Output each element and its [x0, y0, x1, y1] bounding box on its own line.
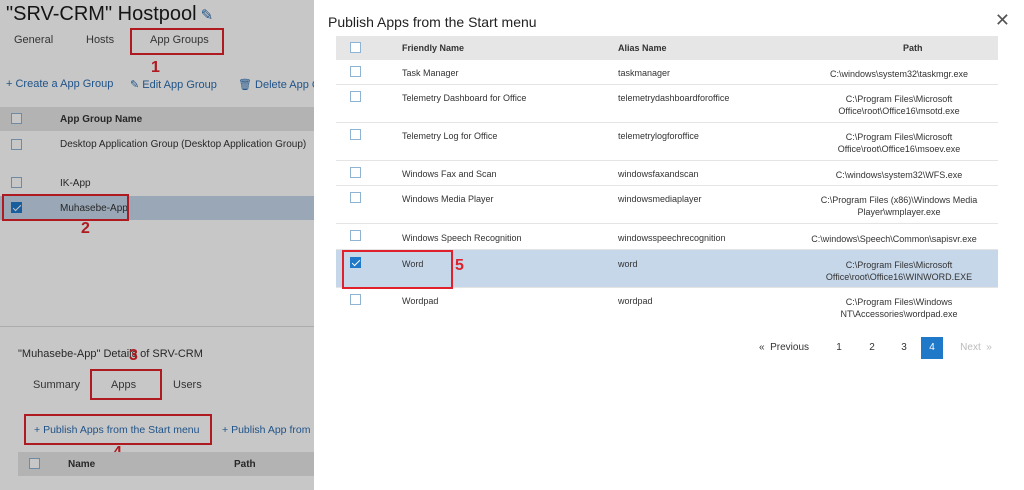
apps-table-header: Friendly Name Alias Name Path: [336, 36, 998, 60]
friendly-name: Wordpad: [402, 296, 439, 306]
chevron-left-icon: «: [758, 342, 765, 353]
table-row[interactable]: Task Manager taskmanager C:\windows\syst…: [336, 60, 998, 85]
alias-name: telemetrylogforoffice: [618, 131, 699, 141]
app-path: C:\Program Files\Microsoft Office\root\O…: [838, 94, 960, 116]
app-path: C:\windows\Speech\Common\sapisvr.exe: [811, 234, 977, 244]
table-row[interactable]: Windows Speech Recognition windowsspeech…: [336, 224, 998, 250]
friendly-name: Windows Fax and Scan: [402, 169, 497, 179]
column-path: Path: [903, 43, 923, 53]
table-row[interactable]: Windows Fax and Scan windowsfaxandscan C…: [336, 161, 998, 186]
friendly-name: Telemetry Log for Office: [402, 131, 498, 141]
pagination: « Previous 1 2 3 4 Next »: [754, 337, 1004, 359]
row-checkbox[interactable]: [350, 129, 361, 140]
row-checkbox[interactable]: [350, 192, 361, 203]
app-path: C:\windows\system32\taskmgr.exe: [829, 69, 969, 79]
column-alias-name: Alias Name: [618, 43, 667, 53]
app-path: C:\windows\system32\WFS.exe: [835, 170, 963, 180]
annotation-5: 5: [455, 257, 464, 274]
pagination-page-3[interactable]: 3: [893, 337, 915, 359]
table-row[interactable]: Telemetry Dashboard for Office telemetry…: [336, 85, 998, 123]
row-checkbox[interactable]: [350, 167, 361, 178]
alias-name: wordpad: [618, 296, 653, 306]
friendly-name: Windows Media Player: [402, 194, 494, 204]
alias-name: windowsspeechrecognition: [618, 233, 726, 243]
friendly-name: Telemetry Dashboard for Office: [402, 93, 527, 103]
row-checkbox[interactable]: [350, 91, 361, 102]
dialog-title: Publish Apps from the Start menu: [328, 14, 537, 30]
alias-name: telemetrydashboardforoffice: [618, 93, 730, 103]
row-checkbox[interactable]: [350, 66, 361, 77]
alias-name: windowsmediaplayer: [618, 194, 702, 204]
publish-apps-dialog: Publish Apps from the Start menu ✕ Frien…: [314, 0, 1024, 490]
column-friendly-name: Friendly Name: [402, 43, 465, 53]
app-path: C:\Program Files (x86)\Windows Media Pla…: [820, 195, 978, 217]
alias-name: word: [618, 259, 638, 269]
pagination-page-current[interactable]: 4: [921, 337, 943, 359]
friendly-name: Windows Speech Recognition: [402, 233, 522, 243]
chevron-right-icon: »: [986, 342, 992, 353]
alias-name: windowsfaxandscan: [618, 169, 699, 179]
row-checkbox[interactable]: [350, 230, 361, 241]
table-row[interactable]: Windows Media Player windowsmediaplayer …: [336, 186, 998, 224]
app-path: C:\Program Files\Microsoft Office\root\O…: [825, 260, 973, 282]
highlight-box-5: [342, 250, 453, 289]
select-all-checkbox[interactable]: [350, 42, 361, 53]
table-row[interactable]: Wordpad wordpad C:\Program Files\Windows…: [336, 288, 998, 324]
friendly-name: Task Manager: [402, 68, 459, 78]
pagination-page-2[interactable]: 2: [861, 337, 883, 359]
pagination-previous[interactable]: « Previous: [758, 337, 810, 359]
alias-name: taskmanager: [618, 68, 671, 78]
row-checkbox[interactable]: [350, 294, 361, 305]
app-path: C:\Program Files\Windows NT\Accessories\…: [840, 297, 958, 319]
table-row[interactable]: Telemetry Log for Office telemetrylogfor…: [336, 123, 998, 161]
close-icon[interactable]: ✕: [995, 10, 1010, 31]
pagination-next: Next »: [960, 342, 992, 353]
pagination-page-1[interactable]: 1: [828, 337, 850, 359]
app-path: C:\Program Files\Microsoft Office\root\O…: [837, 132, 961, 154]
